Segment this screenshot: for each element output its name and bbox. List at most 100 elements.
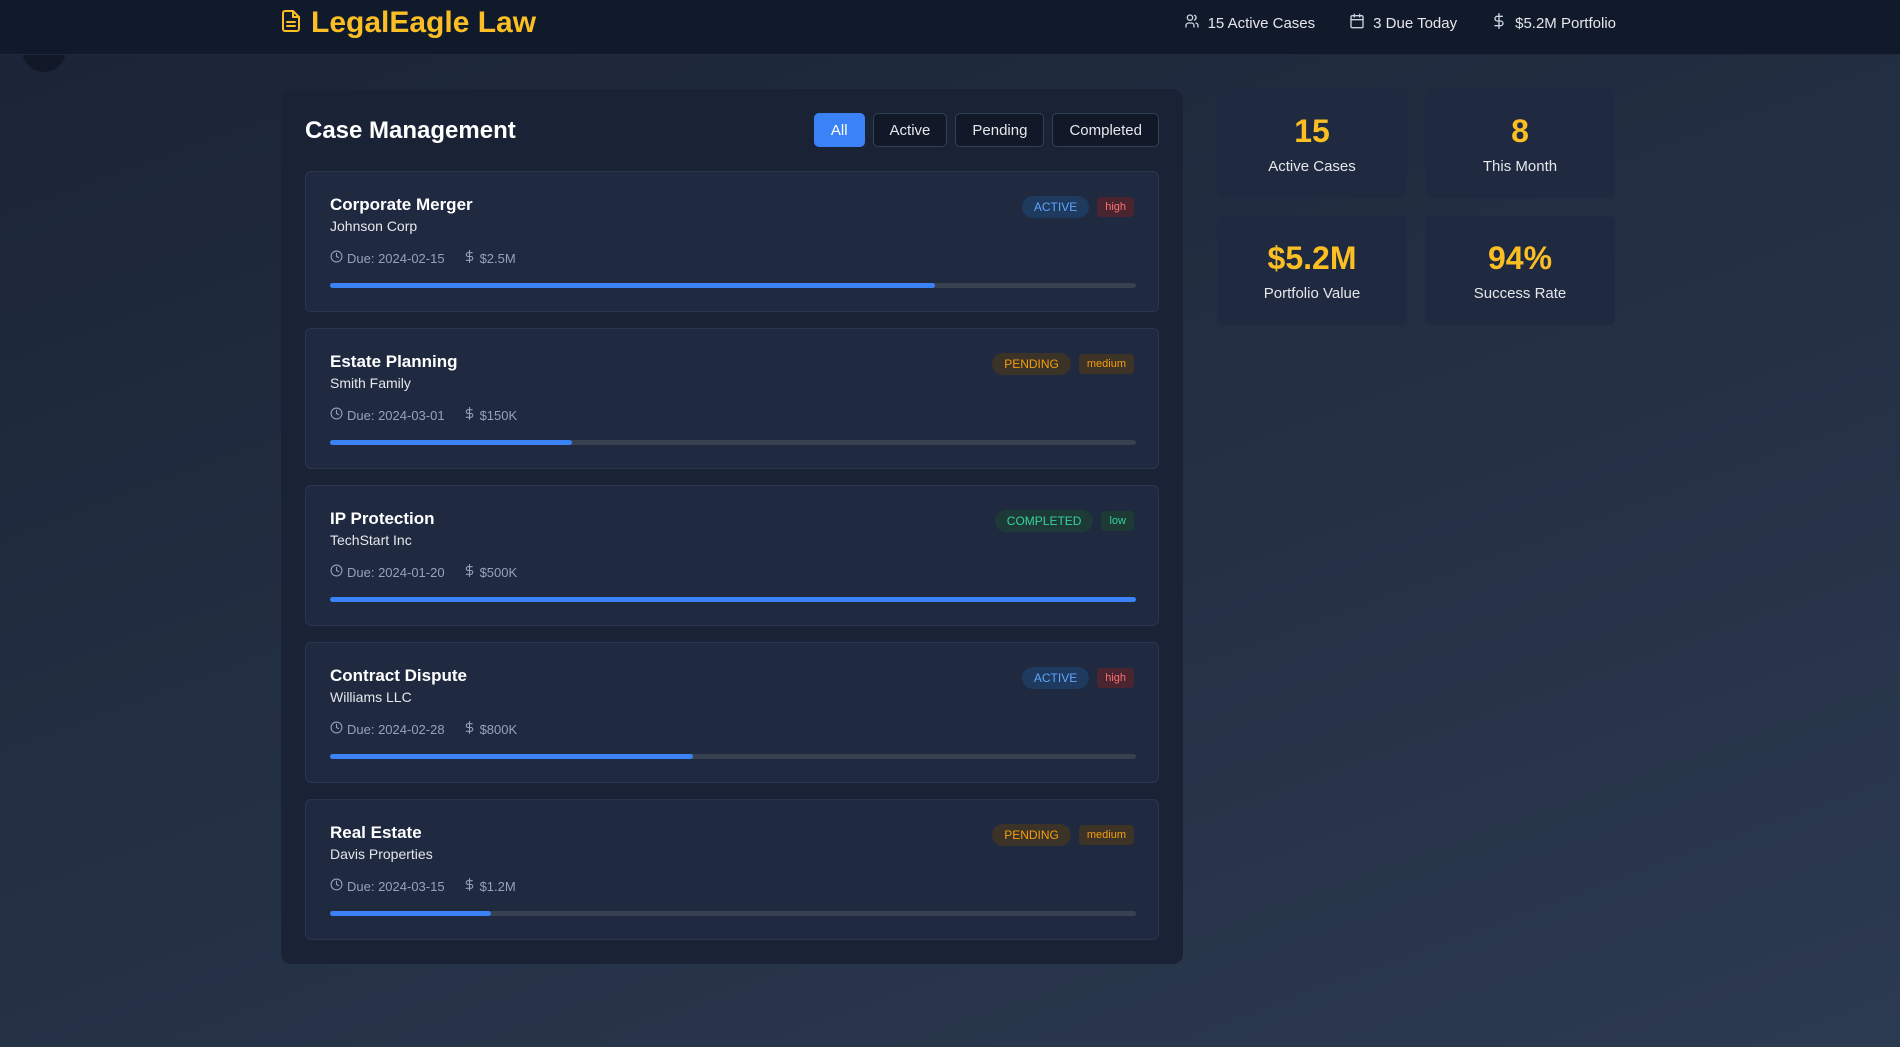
- case-meta: Due: 2024-03-15 $1.2M: [330, 878, 516, 894]
- status-badge: COMPLETED: [994, 510, 1094, 532]
- case-due-text: Due: 2024-01-20: [347, 564, 445, 580]
- stat-card-active-cases: 15 Active Cases: [1217, 89, 1407, 198]
- case-due: Due: 2024-03-01: [330, 407, 445, 423]
- stat-value: 15: [1294, 112, 1330, 149]
- stat-label: Portfolio Value: [1263, 284, 1361, 302]
- progress-bar: [330, 283, 1136, 288]
- case-value: $800K: [463, 721, 518, 737]
- users-icon: [1184, 13, 1200, 33]
- progress-fill: [330, 440, 572, 445]
- priority-badge: high: [1097, 668, 1134, 688]
- calendar-icon: [1349, 13, 1365, 33]
- progress-fill: [330, 283, 935, 288]
- case-title: IP Protection: [330, 509, 435, 528]
- document-icon: [281, 9, 301, 38]
- case-client: Smith Family: [330, 375, 411, 391]
- case-meta: Due: 2024-01-20 $500K: [330, 564, 517, 580]
- case-card[interactable]: Corporate Merger Johnson Corp Due: 2024-…: [305, 171, 1159, 312]
- case-card[interactable]: IP Protection TechStart Inc Due: 2024-01…: [305, 485, 1159, 626]
- case-badges: ACTIVE high: [1021, 667, 1134, 689]
- case-value: $500K: [463, 564, 517, 580]
- stat-value: 8: [1511, 112, 1529, 149]
- case-due: Due: 2024-03-15: [330, 878, 445, 894]
- page-title: Case Management: [305, 117, 516, 144]
- progress-fill: [330, 911, 492, 916]
- case-badges: ACTIVE high: [1021, 196, 1134, 218]
- case-due-text: Due: 2024-03-15: [347, 878, 445, 894]
- progress-bar: [330, 440, 1136, 445]
- clock-icon: [330, 250, 343, 266]
- filter-active-button[interactable]: Active: [872, 113, 948, 147]
- case-due-text: Due: 2024-02-15: [347, 250, 445, 266]
- case-badges: PENDING medium: [992, 353, 1134, 375]
- dollar-icon: [463, 878, 476, 894]
- case-card[interactable]: Real Estate Davis Properties Due: 2024-0…: [305, 799, 1159, 940]
- header-stat-portfolio: $5.2M Portfolio: [1491, 13, 1616, 33]
- stat-value: 94%: [1487, 239, 1553, 276]
- progress-fill: [330, 597, 1136, 602]
- dollar-icon: [463, 407, 476, 423]
- case-meta: Due: 2024-03-01 $150K: [330, 407, 517, 423]
- case-title: Contract Dispute: [330, 666, 467, 685]
- header-stat-label: 3 Due Today: [1373, 14, 1458, 32]
- dollar-icon: [463, 721, 476, 737]
- case-due: Due: 2024-01-20: [330, 564, 445, 580]
- status-badge: PENDING: [992, 353, 1071, 375]
- stat-value: $5.2M: [1267, 239, 1357, 276]
- header-stat-active-cases: 15 Active Cases: [1184, 13, 1316, 33]
- stat-label: Active Cases: [1268, 157, 1356, 175]
- brand-title: LegalEagle Law: [311, 6, 537, 39]
- case-list: Corporate Merger Johnson Corp Due: 2024-…: [305, 171, 1159, 940]
- clock-icon: [330, 721, 343, 737]
- case-due: Due: 2024-02-15: [330, 250, 445, 266]
- top-navigation: LegalEagle Law 15 Active Cases 3 Due Tod…: [0, 0, 1900, 55]
- header-stat-label: $5.2M Portfolio: [1515, 14, 1616, 32]
- case-value-text: $150K: [479, 407, 518, 423]
- case-card[interactable]: Contract Dispute Williams LLC Due: 2024-…: [305, 642, 1159, 783]
- priority-badge: medium: [1078, 354, 1134, 374]
- case-meta: Due: 2024-02-28 $800K: [330, 721, 517, 737]
- filter-pending-button[interactable]: Pending: [955, 113, 1045, 147]
- case-card[interactable]: Estate Planning Smith Family Due: 2024-0…: [305, 328, 1159, 469]
- dollar-icon: [463, 564, 476, 580]
- status-badge: ACTIVE: [1021, 196, 1090, 218]
- clock-icon: [330, 878, 343, 894]
- priority-badge: high: [1097, 197, 1134, 217]
- stat-card-success-rate: 94% Success Rate: [1425, 216, 1615, 325]
- case-badges: PENDING medium: [992, 824, 1134, 846]
- case-value: $1.2M: [463, 878, 516, 894]
- progress-bar: [330, 597, 1136, 602]
- progress-bar: [330, 754, 1136, 759]
- case-due-text: Due: 2024-02-28: [347, 721, 445, 737]
- filter-all-button[interactable]: All: [813, 113, 865, 147]
- priority-badge: medium: [1078, 825, 1134, 845]
- dollar-icon: [1491, 13, 1507, 33]
- case-management-panel: Case Management All Active Pending Compl…: [281, 89, 1183, 964]
- priority-badge: low: [1101, 511, 1134, 531]
- stat-card-portfolio-value: $5.2M Portfolio Value: [1217, 216, 1407, 325]
- status-badge: PENDING: [992, 824, 1071, 846]
- case-value: $150K: [463, 407, 518, 423]
- case-value-text: $800K: [479, 721, 518, 737]
- header-stat-due-today: 3 Due Today: [1349, 13, 1457, 33]
- dollar-icon: [463, 250, 476, 266]
- progress-fill: [330, 754, 693, 759]
- case-client: Johnson Corp: [330, 218, 418, 234]
- brand[interactable]: LegalEagle Law: [281, 6, 536, 40]
- case-due-text: Due: 2024-03-01: [347, 407, 445, 423]
- case-badges: COMPLETED low: [994, 510, 1134, 532]
- case-title: Estate Planning: [330, 352, 458, 371]
- stats-grid: 15 Active Cases 8 This Month $5.2M Portf…: [1217, 89, 1615, 325]
- case-value-text: $1.2M: [479, 878, 516, 894]
- header-stat-label: 15 Active Cases: [1207, 14, 1316, 32]
- case-title: Real Estate: [330, 823, 422, 842]
- case-client: Davis Properties: [330, 846, 433, 862]
- case-title: Corporate Merger: [330, 195, 473, 214]
- status-badge: ACTIVE: [1021, 667, 1090, 689]
- stat-label: This Month: [1482, 157, 1558, 175]
- filter-completed-button[interactable]: Completed: [1052, 113, 1159, 147]
- clock-icon: [330, 407, 343, 423]
- case-due: Due: 2024-02-28: [330, 721, 445, 737]
- progress-bar: [330, 911, 1136, 916]
- case-value-text: $2.5M: [479, 250, 516, 266]
